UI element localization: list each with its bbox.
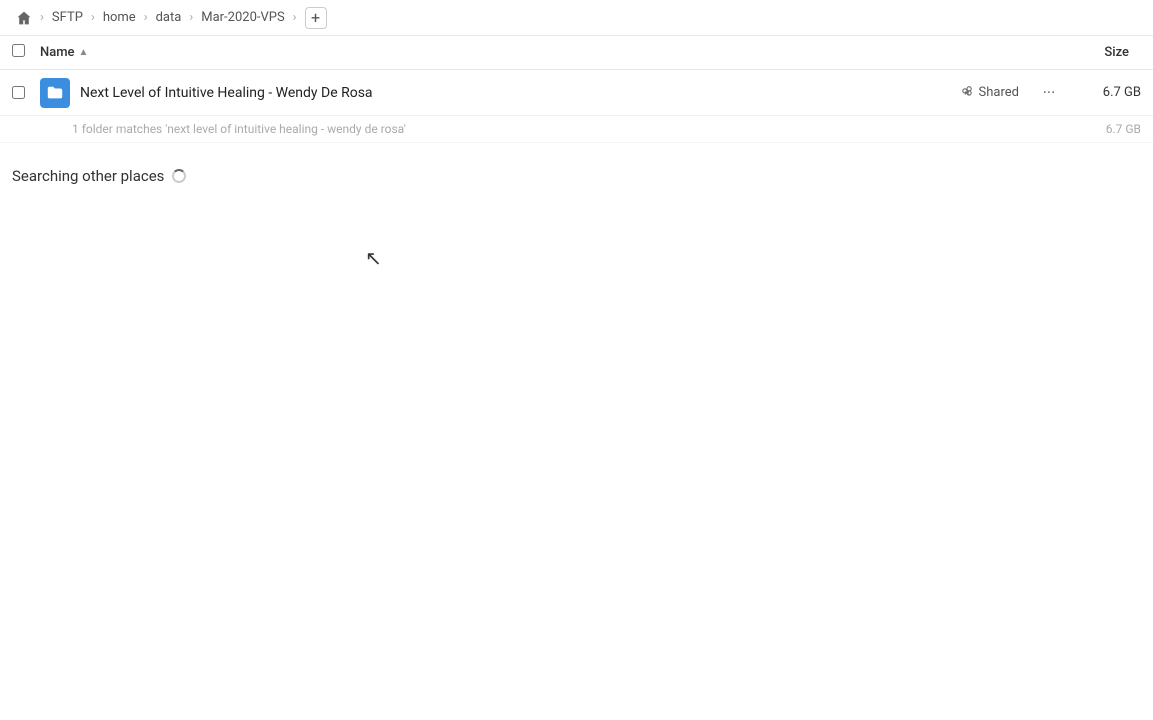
breadcrumb-separator-4: › [189, 10, 193, 25]
searching-section: Searching other places [0, 143, 1153, 197]
breadcrumb-mar2020vps[interactable]: Mar-2020-VPS [197, 8, 288, 27]
sort-arrow-icon: ▲ [79, 47, 89, 58]
loading-spinner [172, 169, 186, 183]
folder-icon [40, 78, 70, 108]
searching-label: Searching other places [12, 167, 164, 185]
column-header: Name ▲ Size [0, 36, 1153, 70]
breadcrumb-separator-1: › [40, 10, 44, 25]
breadcrumb-separator-2: › [91, 10, 95, 25]
select-all-checkbox[interactable] [12, 44, 32, 61]
cursor-indicator: ↖ [365, 248, 382, 268]
home-icon[interactable] [12, 6, 36, 30]
breadcrumb-separator-5: › [293, 10, 297, 25]
name-column-header[interactable]: Name ▲ [40, 45, 1061, 60]
breadcrumb-data[interactable]: data [152, 8, 186, 27]
match-text-label: 1 folder matches 'next level of intuitiv… [72, 122, 1071, 136]
row-checkbox[interactable] [12, 86, 32, 99]
add-tab-button[interactable]: + [305, 7, 327, 29]
breadcrumb-sftp[interactable]: SFTP [48, 8, 87, 27]
breadcrumb-home[interactable]: home [99, 8, 140, 27]
file-row[interactable]: Next Level of Intuitive Healing - Wendy … [0, 70, 1153, 116]
breadcrumb-separator-3: › [144, 10, 148, 25]
file-name-label: Next Level of Intuitive Healing - Wendy … [80, 85, 960, 101]
file-size-label: 6.7 GB [1071, 85, 1141, 100]
more-options-button[interactable]: ··· [1035, 79, 1063, 107]
match-size-label: 6.7 GB [1071, 122, 1141, 136]
size-column-header: Size [1061, 45, 1141, 60]
match-info-row: 1 folder matches 'next level of intuitiv… [0, 116, 1153, 143]
breadcrumb-bar: › SFTP › home › data › Mar-2020-VPS › + [0, 0, 1153, 36]
shared-badge: Shared [960, 85, 1019, 100]
